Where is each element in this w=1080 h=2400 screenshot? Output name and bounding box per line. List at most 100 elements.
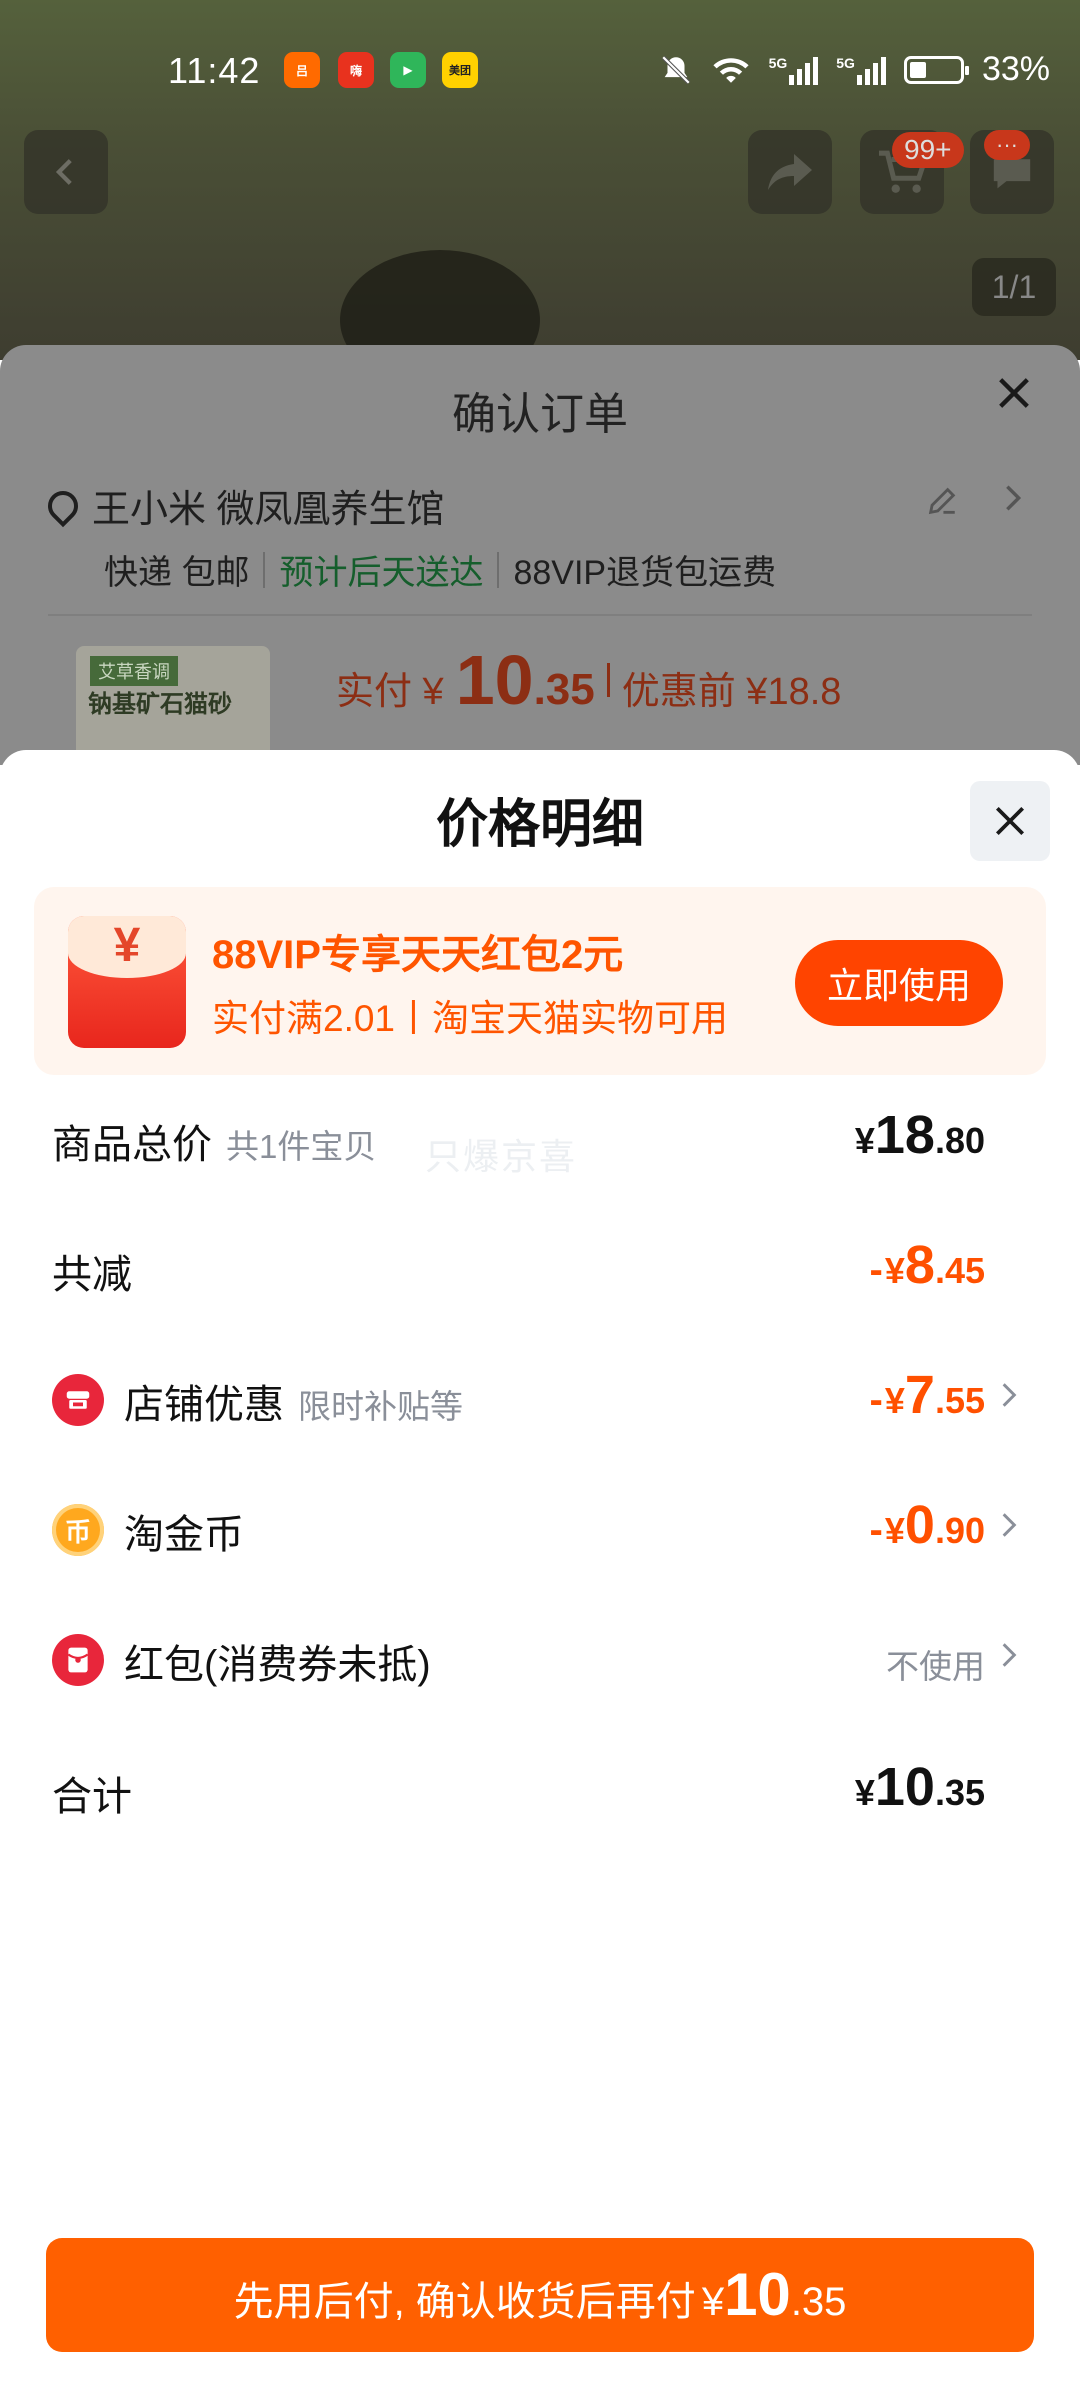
chevron-left-icon	[55, 159, 72, 185]
amount-int: 18	[874, 1105, 935, 1165]
use-now-button[interactable]: 立即使用	[795, 940, 1003, 1026]
paid-label: 实付 ¥	[336, 671, 444, 713]
amount-dec: .45	[934, 1250, 985, 1291]
image-pager: 1/1	[972, 258, 1056, 316]
packet-glyph	[67, 1647, 89, 1673]
status-time: 11:42	[168, 50, 261, 91]
currency: ¥	[854, 1120, 875, 1161]
amount-dec: .80	[934, 1120, 985, 1161]
watermark: 只爆京喜	[425, 1136, 578, 1177]
wifi-icon	[712, 57, 749, 83]
currency: ¥	[701, 2280, 725, 2324]
product-tag: 艾草香调	[90, 656, 178, 686]
product-thumbnail[interactable]: 艾草香调 钠基矿石猫砂	[76, 646, 270, 766]
red-envelope-icon: ¥	[68, 916, 186, 1048]
app-icon-orange: 吕	[284, 52, 320, 88]
minus-sign: -	[869, 1508, 883, 1552]
currency: ¥	[854, 1772, 875, 1813]
amount-int: 0	[904, 1495, 935, 1555]
mute-icon	[661, 55, 690, 84]
location-icon	[41, 484, 85, 527]
amount-int: 8	[904, 1235, 935, 1295]
amount-dec: .55	[934, 1380, 985, 1421]
paid-summary: 实付 ¥ 10.35 优惠前 ¥18.8	[336, 640, 841, 720]
signal-bars-icon	[789, 55, 819, 85]
amount-dec: .35	[934, 1772, 985, 1813]
amount-int: 10	[874, 1757, 935, 1817]
reduction-label: 共减	[52, 1253, 132, 1297]
share-button[interactable]	[748, 130, 832, 214]
sum-label: 合计	[52, 1775, 132, 1819]
battery-level: 33%	[981, 50, 1050, 88]
chevron-right-icon	[1006, 485, 1022, 511]
address-chevron	[1000, 480, 1026, 525]
order-close-button[interactable]	[994, 370, 1034, 425]
store-discount-label: 店铺优惠	[124, 1383, 284, 1427]
store-icon	[52, 1374, 104, 1426]
paid-int: 10	[455, 641, 534, 719]
battery-icon	[903, 55, 969, 84]
pay-button-text: 先用后付, 确认收货后再付	[233, 2280, 696, 2324]
delivery-estimate: 预计后天送达	[279, 554, 484, 592]
paid-dec: .35	[533, 665, 595, 714]
divider	[497, 551, 500, 588]
shipping-row: 快递 包邮 预计后天送达 88VIP退货包运费	[104, 545, 776, 594]
chevron-right-icon	[1000, 1378, 1018, 1420]
recipient: 王小米 微凤凰养生馆	[92, 489, 445, 531]
total-price-label: 商品总价	[52, 1123, 212, 1167]
app-icon-green: ▶	[390, 52, 426, 88]
share-icon	[768, 154, 812, 190]
cart-badge: 99+	[892, 132, 964, 168]
close-button[interactable]	[970, 781, 1050, 861]
edit-icon	[928, 487, 956, 515]
back-button[interactable]	[24, 130, 108, 214]
divider	[263, 551, 266, 588]
store-glyph	[66, 1391, 90, 1409]
amount-int: 7	[904, 1365, 935, 1425]
banner-subtitle: 实付满2.01丨淘宝天猫实物可用	[212, 998, 729, 1039]
divider	[48, 614, 1032, 616]
product-name: 钠基矿石猫砂	[88, 691, 232, 718]
return-note: 88VIP退货包运费	[513, 554, 777, 592]
sheet-title: 价格明细	[435, 796, 644, 854]
red-packet-icon	[52, 1634, 104, 1686]
store-discount-label-wrap: 店铺优惠 限时补贴等	[124, 1372, 463, 1430]
store-discount-sub: 限时补贴等	[298, 1388, 463, 1425]
amount-dec: .35	[790, 2280, 847, 2324]
amount-int: 10	[724, 2261, 791, 2328]
red-packet-label: 红包(消费券未抵)	[124, 1643, 431, 1687]
banner-title: 88VIP专享天天红包2元	[212, 933, 624, 977]
currency: ¥	[884, 1380, 905, 1421]
coins-label: 淘金币	[124, 1513, 244, 1557]
edit-address-button[interactable]	[925, 484, 959, 527]
currency: ¥	[884, 1250, 905, 1291]
message-badge: ···	[984, 130, 1030, 160]
signal-bars-icon	[856, 55, 886, 85]
coin-icon: 币	[52, 1504, 104, 1556]
network-type: 5G	[768, 54, 788, 71]
close-icon	[995, 806, 1025, 836]
app-icon-red: 嗨	[338, 52, 374, 88]
signal-1: 5G	[769, 55, 819, 85]
red-packet-value: 不使用	[886, 1648, 985, 1685]
yen-symbol: ¥	[113, 919, 141, 972]
item-count: 共1件宝贝	[226, 1128, 377, 1165]
chevron-right-icon	[1000, 1508, 1018, 1550]
pay-later-button[interactable]: 先用后付, 确认收货后再付 ¥ 10 .35	[46, 2238, 1034, 2352]
address-row[interactable]: 王小米 微凤凰养生馆	[41, 478, 445, 533]
network-type: 5G	[836, 54, 855, 71]
signal-2: 5G	[836, 55, 886, 85]
meituan-icon: 美团	[442, 52, 478, 88]
coins-amount: -¥0.90	[870, 1494, 985, 1556]
total-price-row: 商品总价 共1件宝贝	[52, 1112, 376, 1170]
pre-discount-price: 优惠前 ¥18.8	[621, 671, 842, 713]
minus-sign: -	[869, 1248, 883, 1292]
currency: ¥	[884, 1510, 905, 1551]
close-icon	[999, 378, 1029, 408]
sum-amount: ¥10.35	[855, 1756, 985, 1818]
status-bar: 11:42 吕 嗨 ▶ 美团 5G 5G 33%	[0, 0, 1080, 120]
divider	[606, 663, 610, 697]
total-price-amount: ¥18.80	[855, 1104, 985, 1166]
chevron-right-icon	[1000, 1638, 1018, 1680]
store-discount-amount: -¥7.55	[870, 1364, 985, 1426]
